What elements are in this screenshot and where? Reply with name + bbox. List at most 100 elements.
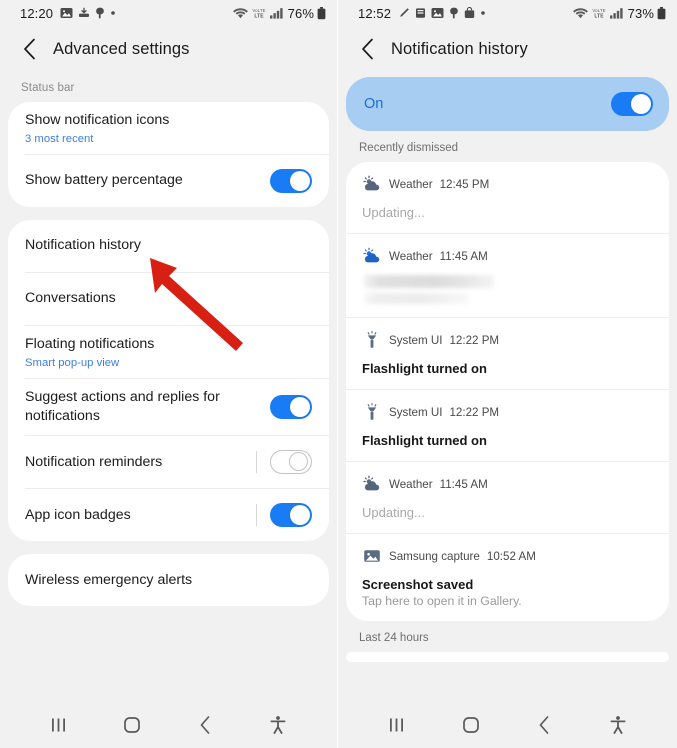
notification-header: System UI 12:22 PM: [362, 330, 653, 350]
notification-item[interactable]: System UI 12:22 PM Flashlight turned on: [346, 390, 669, 461]
notification-header: Weather 11:45 AM: [362, 474, 653, 494]
back-nav-button[interactable]: [524, 705, 564, 745]
battery-icon: [317, 6, 326, 19]
status-bar-clock: 12:20: [20, 5, 54, 21]
setting-subtitle: Smart pop-up view: [25, 356, 120, 369]
svg-text:LTE: LTE: [254, 14, 264, 19]
left-phone-screen: 12:20 VoLTE LTE 76% Advanced settings St…: [0, 0, 338, 748]
navigation-bar-right: [338, 702, 677, 748]
setting-row-notification-history[interactable]: Notification history: [8, 220, 329, 272]
accessibility-button[interactable]: [258, 705, 298, 745]
notification-header: System UI 12:22 PM: [362, 402, 653, 422]
toggle-notification-reminders[interactable]: [270, 450, 312, 475]
notification-time: 11:45 AM: [439, 477, 488, 491]
row-text: Floating notifications Smart pop-up view: [25, 335, 312, 368]
recents-button[interactable]: [39, 705, 79, 745]
notification-history-scroll-area[interactable]: On Recently dismissed Weather 12:45 PM U…: [338, 72, 677, 748]
status-bar-system-icons: VoLTE LTE 73%: [572, 5, 666, 21]
image-icon: [364, 550, 380, 562]
dot-icon: [111, 11, 115, 15]
notification-time: 10:52 AM: [486, 549, 536, 563]
recents-icon: [389, 718, 403, 732]
notification-title: Screenshot saved: [362, 577, 474, 592]
notification-item[interactable]: System UI 12:22 PM Flashlight turned on: [346, 318, 669, 389]
redaction-bar: [364, 293, 468, 304]
setting-row-wireless-emergency-alerts[interactable]: Wireless emergency alerts: [8, 554, 329, 606]
setting-row-show-notification-icons[interactable]: Show notification icons 3 most recent: [8, 102, 329, 154]
setting-title: Wireless emergency alerts: [25, 571, 193, 588]
battery-icon: [657, 6, 666, 19]
app-icon: [416, 8, 426, 18]
row-text: Suggest actions and replies for notifica…: [25, 388, 270, 426]
settings-card-status-bar: Show notification icons 3 most recent Sh…: [8, 102, 329, 207]
app-icon: [450, 7, 458, 19]
notification-item[interactable]: Weather 11:45 AM Updating...: [346, 462, 669, 533]
toggle-notification-history[interactable]: [611, 92, 653, 116]
accessibility-button[interactable]: [598, 705, 638, 745]
back-icon: [540, 716, 549, 734]
toggle-show-battery-percentage[interactable]: [270, 169, 312, 193]
redaction-bar: [364, 275, 494, 288]
setting-title: Suggest actions and replies for notifica…: [25, 389, 220, 425]
notification-app-name: System UI: [389, 405, 443, 419]
setting-title: Show notification icons: [25, 112, 170, 129]
navigation-bar-left: [0, 702, 337, 748]
recents-button[interactable]: [377, 705, 417, 745]
notification-app-name: Weather: [389, 477, 433, 491]
setting-row-conversations[interactable]: Conversations: [8, 273, 329, 325]
setting-title: Conversations: [25, 290, 116, 307]
setting-row-suggest-actions-and-replies[interactable]: Suggest actions and replies for notifica…: [8, 379, 329, 435]
settings-scroll-area[interactable]: Status bar Show notification icons 3 mos…: [0, 72, 337, 748]
toggle-knob: [290, 397, 310, 418]
dual-screenshot-container: 12:20 VoLTE LTE 76% Advanced settings St…: [0, 0, 677, 748]
accessibility-icon: [270, 716, 286, 734]
page-title: Advanced settings: [53, 39, 190, 58]
volte-icon: VoLTELTE: [252, 8, 265, 19]
section-label-last-24-hours: Last 24 hours: [359, 632, 429, 644]
setting-row-floating-notifications[interactable]: Floating notifications Smart pop-up view: [8, 326, 329, 378]
notification-header: Samsung capture 10:52 AM: [362, 546, 653, 566]
setting-title: Notification history: [25, 237, 141, 254]
volte-icon: VoLTELTE: [592, 8, 605, 19]
toggle-separator: [256, 504, 257, 527]
settings-card-notifications: Notification history Conversations Float…: [8, 220, 329, 542]
pencil-icon: [400, 8, 409, 17]
notification-item[interactable]: Weather 12:45 PM Updating...: [346, 162, 669, 233]
toggle-app-icon-badges[interactable]: [270, 503, 312, 528]
home-icon: [462, 717, 479, 733]
home-button[interactable]: [451, 705, 491, 745]
notification-redacted-content: [362, 275, 653, 304]
setting-title: Floating notifications: [25, 336, 155, 353]
battery-percent-label: 73%: [627, 5, 654, 21]
back-button[interactable]: [16, 36, 42, 62]
svg-text:VoLTE: VoLTE: [252, 8, 265, 13]
setting-row-app-icon-badges[interactable]: App icon badges: [8, 489, 329, 541]
notification-time: 12:22 PM: [449, 333, 500, 347]
weather-icon: [363, 247, 380, 263]
notification-title: Flashlight turned on: [362, 433, 487, 448]
setting-row-notification-reminders[interactable]: Notification reminders: [8, 436, 329, 488]
notification-item[interactable]: Samsung capture 10:52 AM Screenshot save…: [346, 534, 669, 621]
notification-item[interactable]: Weather 11:45 AM: [346, 234, 669, 317]
chevron-left-icon: [23, 38, 35, 60]
setting-title: App icon badges: [25, 506, 131, 523]
image-icon: [60, 8, 73, 18]
wifi-icon: [572, 8, 588, 19]
back-button[interactable]: [354, 36, 380, 62]
notification-history-master-toggle-card[interactable]: On: [346, 77, 669, 131]
back-nav-button[interactable]: [185, 705, 225, 745]
bag-icon: [464, 7, 475, 18]
status-bar-right: 12:52 VoLTE LTE 73%: [338, 0, 677, 26]
card-gap: [8, 207, 329, 220]
accessibility-icon: [610, 716, 626, 734]
status-bar-clock: 12:52: [358, 5, 392, 21]
right-phone-screen: 12:52 VoLTE LTE 73% Notification history…: [338, 0, 677, 748]
recents-icon: [51, 718, 65, 732]
notification-time: 12:22 PM: [449, 405, 500, 419]
toggle-knob: [631, 94, 651, 114]
svg-text:LTE: LTE: [594, 14, 604, 19]
home-button[interactable]: [112, 705, 152, 745]
battery-percent-label: 76%: [287, 5, 314, 21]
toggle-suggest-actions-and-replies[interactable]: [270, 395, 312, 420]
setting-row-show-battery-percentage[interactable]: Show battery percentage: [8, 155, 329, 207]
